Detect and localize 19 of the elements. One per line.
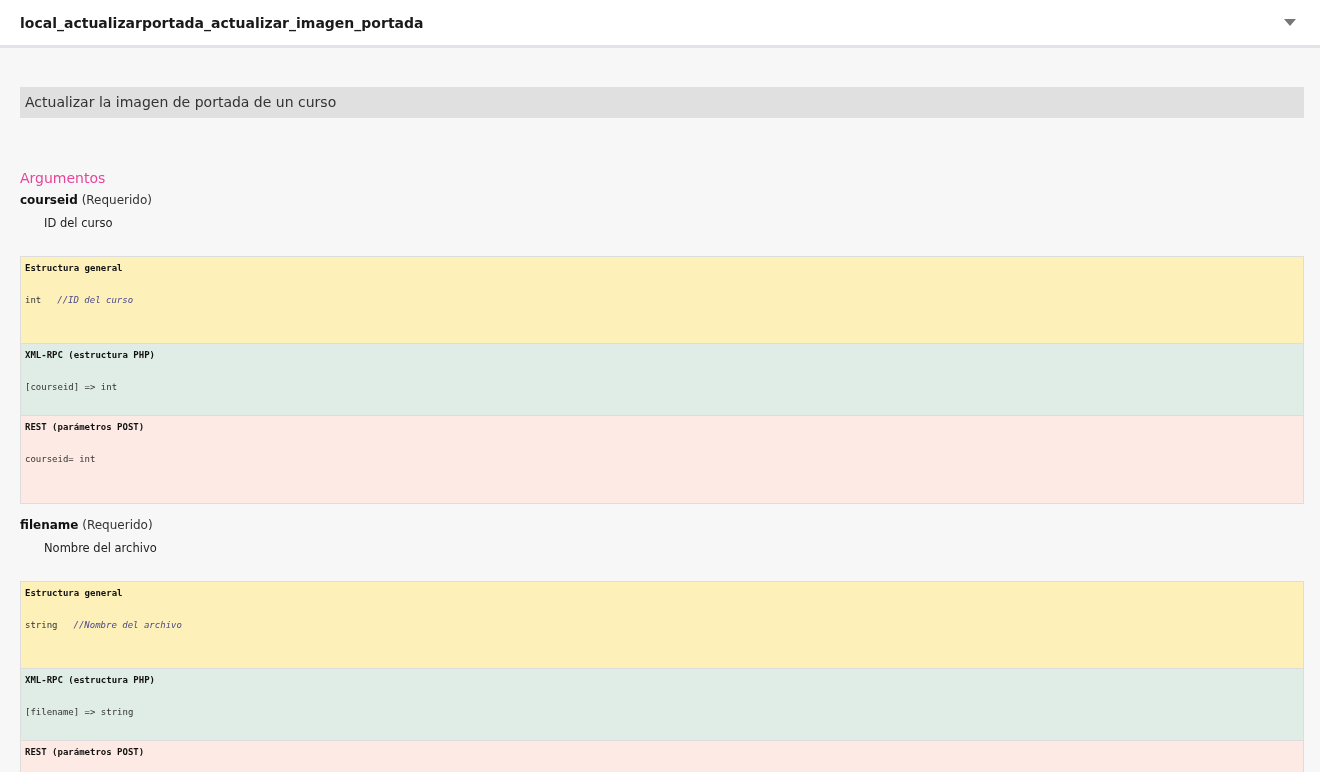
argument-name: courseid (Requerido) [20, 192, 153, 209]
code-line: [filename] => string [25, 706, 135, 719]
description-bar: Actualizar la imagen de portada de un curso [20, 87, 1304, 118]
code-block-title: REST (parámetros POST) [25, 421, 146, 434]
argument-description: Nombre del archivo [43, 540, 158, 557]
code-line: [courseid] => int [25, 381, 119, 394]
code-line: string //Nombre del archivo [25, 619, 183, 632]
code-block-title: Estructura general [25, 587, 124, 600]
argument-description: ID del curso [43, 215, 114, 232]
code-block-title: REST (parámetros POST) [25, 746, 146, 759]
code-block-title: Estructura general [25, 262, 124, 275]
argument-name: filename (Requerido) [20, 517, 154, 534]
code-line: courseid= int [25, 453, 97, 466]
section-heading: Argumentos [20, 169, 107, 188]
function-title: local_actualizarportada_actualizar_imagen_portada [20, 14, 424, 31]
caret-icon[interactable] [1284, 19, 1296, 26]
code-line: int //ID del curso [25, 294, 135, 307]
code-block-title: XML-RPC (estructura PHP) [25, 674, 157, 687]
code-block-title: XML-RPC (estructura PHP) [25, 349, 157, 362]
